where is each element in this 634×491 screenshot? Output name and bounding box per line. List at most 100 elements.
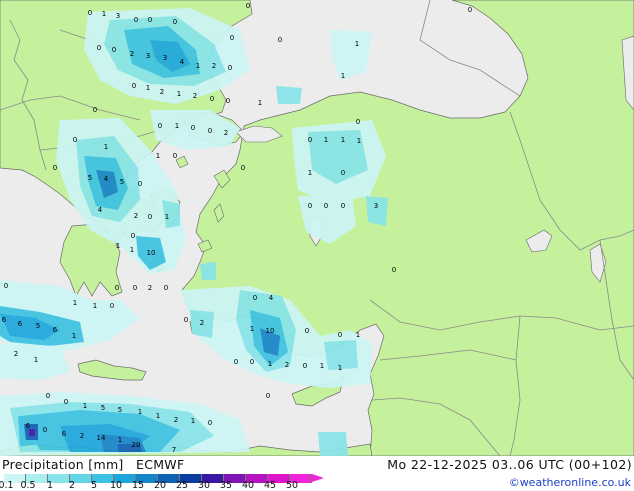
precip-value-label: 0 bbox=[208, 127, 212, 135]
precip-value-label: 3 bbox=[163, 54, 167, 62]
precip-value-label: 0 bbox=[392, 266, 396, 274]
precip-value-label: 4 bbox=[98, 206, 103, 214]
scale-arrow bbox=[312, 474, 324, 482]
precip-value-label: 0 bbox=[468, 6, 472, 14]
precip-value-label: 1 bbox=[355, 40, 359, 48]
precip-value-label: 0 bbox=[132, 82, 136, 90]
precip-value-label: 2 bbox=[174, 416, 178, 424]
precip-value-label: 6 bbox=[18, 320, 23, 328]
precipitation-map: 0130000000233412000110121200100100201100… bbox=[0, 0, 634, 457]
precip-value-label: 0 bbox=[138, 180, 142, 188]
precip-value-label: 1 bbox=[138, 408, 142, 416]
precip-value-label: 0 bbox=[173, 18, 177, 26]
precip-value-label: 0 bbox=[253, 294, 257, 302]
precip-value-label: 0 bbox=[131, 232, 135, 240]
precip-value-label: 0 bbox=[88, 9, 92, 17]
precip-value-label: 5 bbox=[88, 174, 92, 182]
precip-value-label: 0 bbox=[184, 316, 188, 324]
precip-value-label: 1 bbox=[93, 302, 97, 310]
precip-value-label: 1 bbox=[175, 122, 179, 130]
precip-value-label: 0 bbox=[46, 392, 50, 400]
precip-value-label: 0 bbox=[110, 302, 114, 310]
precip-area bbox=[318, 432, 348, 456]
precip-value-label: 14 bbox=[97, 434, 106, 442]
scale-tick-label: 15 bbox=[131, 480, 145, 491]
precip-value-label: 3 bbox=[374, 202, 378, 210]
precip-value-label: 0 bbox=[234, 358, 238, 366]
precip-value-label: 1 bbox=[34, 356, 38, 364]
scale-tick-label: 40 bbox=[241, 480, 255, 491]
scale-tick-label: 20 bbox=[153, 480, 167, 491]
precip-value-label: 0 bbox=[303, 362, 307, 370]
precip-value-label: 1 bbox=[341, 136, 345, 144]
precip-value-label: 0 bbox=[308, 202, 312, 210]
precip-area bbox=[276, 86, 302, 104]
precip-value-label: 4 bbox=[269, 294, 274, 302]
scale-tick-label: 0.5 bbox=[20, 480, 36, 491]
precip-area bbox=[200, 262, 216, 280]
scale-tick-label: 25 bbox=[175, 480, 189, 491]
precip-value-label: 2 bbox=[212, 62, 216, 70]
precip-value-label: 1 bbox=[258, 99, 262, 107]
precip-value-label: 0 bbox=[115, 284, 119, 292]
precip-value-label: 6 bbox=[62, 430, 67, 438]
precip-value-label: 0 bbox=[73, 136, 77, 144]
valid-time: Mo 22-12-2025 03..06 UTC (00+102) bbox=[387, 457, 632, 472]
precip-value-label: 0 bbox=[338, 331, 342, 339]
scale-tick-label: 5 bbox=[90, 480, 98, 491]
precip-value-label: 2 bbox=[148, 284, 152, 292]
precip-value-label: 1 bbox=[324, 136, 328, 144]
precip-value-label: 1 bbox=[196, 62, 200, 70]
precip-value-label: 0 bbox=[278, 36, 282, 44]
precip-value-label: 2 bbox=[130, 50, 134, 58]
precip-value-label: 0 bbox=[112, 46, 116, 54]
precip-value-label: 5 bbox=[120, 178, 124, 186]
precip-area bbox=[366, 196, 388, 226]
precip-value-label: 1 bbox=[130, 246, 134, 254]
precip-value-label: 1 bbox=[268, 360, 272, 368]
precip-value-label: 10 bbox=[147, 249, 156, 257]
precip-value-label: 6 bbox=[2, 316, 7, 324]
precip-value-label: 0 bbox=[226, 97, 230, 105]
credit-link[interactable]: ©weatheronline.co.uk bbox=[509, 476, 631, 489]
precip-value-label: 1 bbox=[357, 137, 361, 145]
precip-value-label: 20 bbox=[132, 441, 141, 449]
precip-value-label: 3 bbox=[146, 52, 150, 60]
precip-value-label: 1 bbox=[165, 213, 169, 221]
precip-value-label: 1 bbox=[320, 362, 324, 370]
scale-tick-label: 0.1 bbox=[0, 480, 14, 491]
precip-value-label: 1 bbox=[338, 364, 342, 372]
precip-value-label: 0 bbox=[158, 122, 162, 130]
precip-value-label: 2 bbox=[134, 212, 138, 220]
precip-value-label: 1 bbox=[308, 169, 312, 177]
precip-area bbox=[29, 429, 35, 436]
precip-value-label: 0 bbox=[173, 152, 177, 160]
precip-value-label: 0 bbox=[164, 284, 168, 292]
precip-value-label: 1 bbox=[73, 299, 77, 307]
precip-value-label: 0 bbox=[208, 419, 212, 427]
precip-value-label: 6 bbox=[53, 326, 58, 334]
precip-value-label: 5 bbox=[101, 404, 105, 412]
scale-tick-label: 45 bbox=[263, 480, 277, 491]
scale-tick-label: 10 bbox=[109, 480, 123, 491]
precip-value-label: 0 bbox=[148, 213, 152, 221]
precip-value-label: 0 bbox=[341, 202, 345, 210]
scale-tick-label: 35 bbox=[219, 480, 233, 491]
precip-value-label: 2 bbox=[285, 361, 289, 369]
precip-value-label: 2 bbox=[200, 319, 204, 327]
precip-value-label: 0 bbox=[53, 164, 57, 172]
precip-value-label: 0 bbox=[305, 327, 309, 335]
precip-value-label: 0 bbox=[133, 284, 137, 292]
precip-value-label: 2 bbox=[80, 432, 84, 440]
precip-value-label: 0 bbox=[134, 16, 138, 24]
precip-value-label: 1 bbox=[146, 84, 150, 92]
precip-value-label: 0 bbox=[246, 2, 250, 10]
precip-value-label: 2 bbox=[14, 350, 18, 358]
map-footer: Precipitation [mm] ECMWF Mo 22-12-2025 0… bbox=[0, 456, 634, 491]
precip-value-label: 0 bbox=[341, 169, 345, 177]
precip-value-label: 2 bbox=[224, 129, 228, 137]
precip-value-label: 4 bbox=[180, 58, 185, 66]
precip-value-label: 0 bbox=[97, 44, 101, 52]
precip-value-label: 0 bbox=[228, 64, 232, 72]
precip-value-label: 2 bbox=[160, 88, 164, 96]
